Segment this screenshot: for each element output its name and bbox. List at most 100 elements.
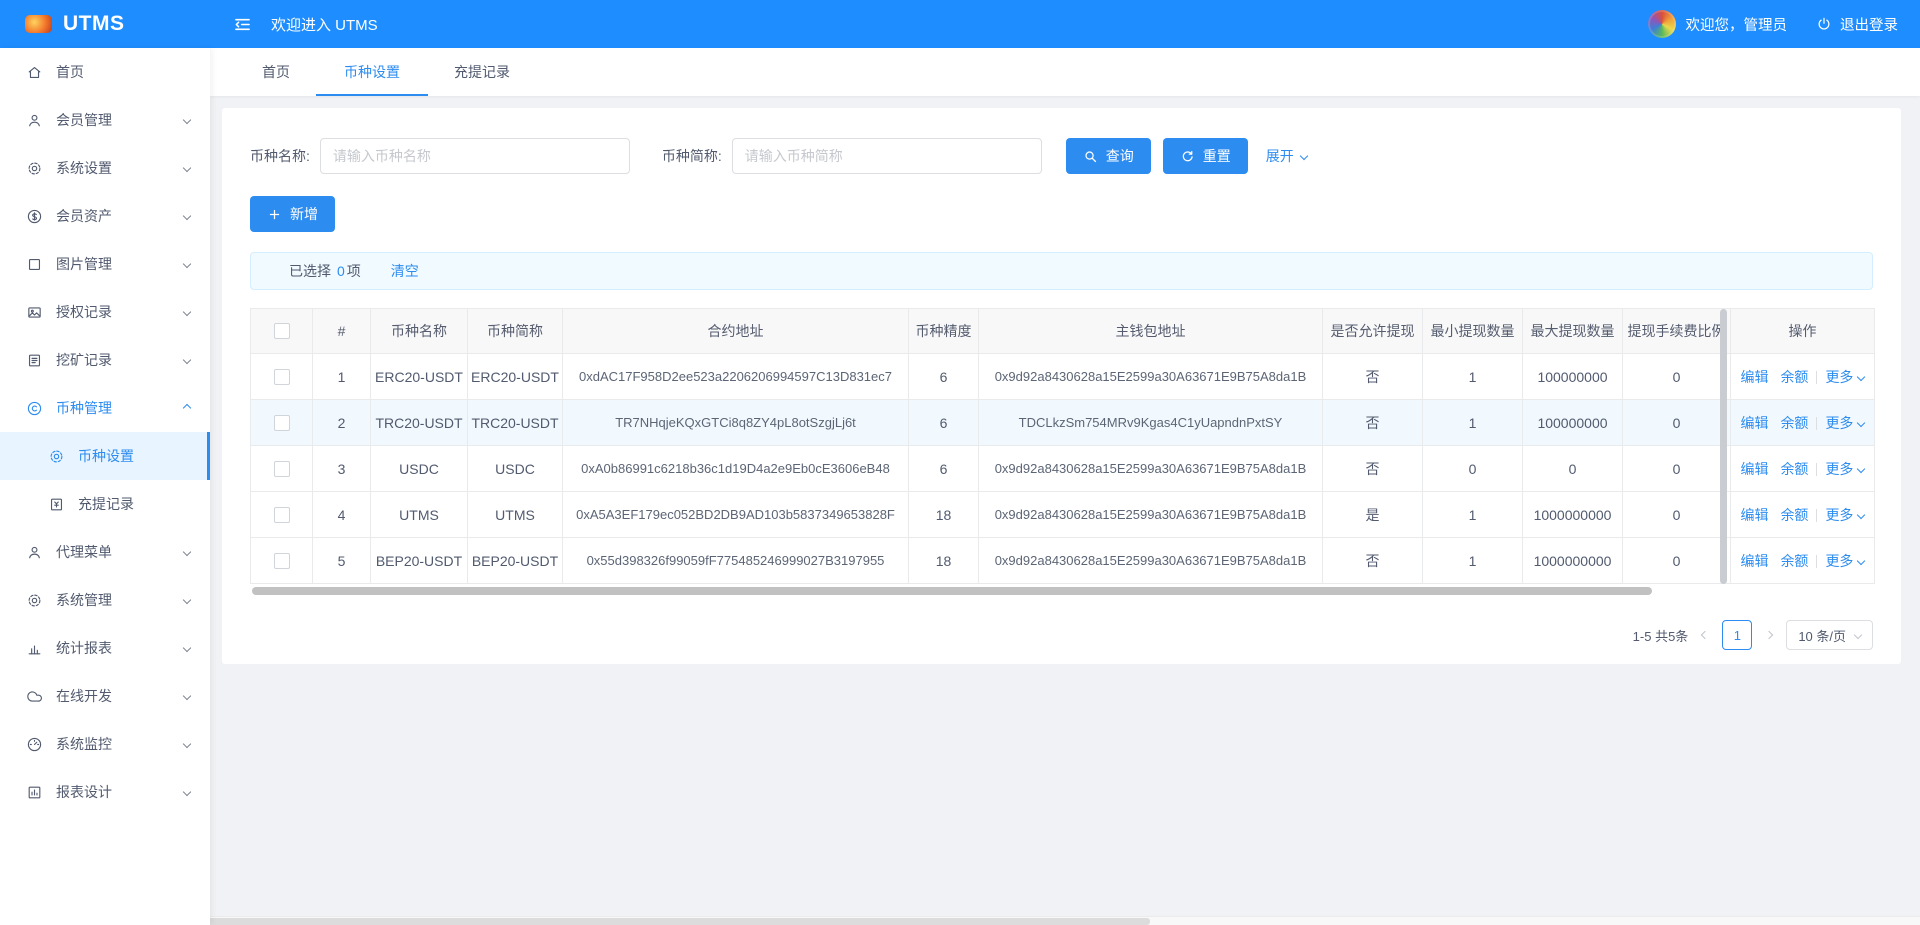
bar-chart-icon [26,640,43,657]
more-link[interactable]: 更多 [1825,367,1864,387]
sidebar-item-members[interactable]: 会员管理 [0,96,210,144]
tab-currency-settings[interactable]: 币种设置 [340,48,404,96]
sidebar-item-system-monitoring[interactable]: 系统监控 [0,720,210,768]
col-actions: 操作 [1731,309,1875,354]
sidebar-item-agent-menu[interactable]: 代理菜单 [0,528,210,576]
plus-icon [267,207,282,222]
chevron-down-icon [183,596,191,604]
expand-toggle[interactable]: 展开 [1266,146,1307,166]
chevron-left-icon [1701,631,1709,639]
sidebar-item-image-management[interactable]: 图片管理 [0,240,210,288]
clear-selection-link[interactable]: 清空 [391,261,419,281]
fixed-column-scrollbar[interactable] [1720,309,1727,584]
col-short: 币种简称 [468,309,563,354]
chevron-down-icon [1857,510,1865,518]
balance-link[interactable]: 余额 [1780,461,1808,477]
logout-button[interactable]: 退出登录 [1815,14,1898,35]
more-link[interactable]: 更多 [1825,505,1864,525]
col-name: 币种名称 [371,309,468,354]
chevron-down-icon [183,644,191,652]
pagination-total: 1-5 共5条 [1633,626,1689,645]
row-checkbox[interactable] [274,507,290,523]
select-all-checkbox[interactable] [274,323,290,339]
avatar[interactable] [1648,10,1676,38]
sidebar-item-system-management[interactable]: 系统管理 [0,576,210,624]
chevron-down-icon [183,788,191,796]
tab-deposit-withdraw-records[interactable]: 充提记录 [450,48,514,96]
currency-table: # 币种名称 币种简称 合约地址 币种精度 主钱包地址 是否允许提现 最小提现数… [250,308,1873,596]
edit-link[interactable]: 编辑 [1741,553,1769,569]
row-checkbox[interactable] [274,461,290,477]
row-checkbox[interactable] [274,369,290,385]
tab-home[interactable]: 首页 [258,48,294,96]
next-page-button[interactable] [1762,632,1776,638]
active-indicator [207,432,210,480]
sidebar-item-online-development[interactable]: 在线开发 [0,672,210,720]
sidebar-item-authorization-records[interactable]: 授权记录 [0,288,210,336]
chevron-down-icon [1857,418,1865,426]
edit-link[interactable]: 编辑 [1741,415,1769,431]
col-fee-ratio: 提现手续费比例 [1623,309,1731,354]
currency-name-input[interactable] [320,138,630,174]
col-min-withdraw: 最小提现数量 [1423,309,1523,354]
chevron-down-icon [183,308,191,316]
reset-button[interactable]: 重置 [1163,138,1248,174]
gauge-icon [26,736,43,753]
add-button[interactable]: 新增 [250,196,335,232]
sidebar: 首页 会员管理 系统设置 会员资产 图片管理 授权记录 [0,48,210,925]
gear-icon [26,592,43,609]
search-button[interactable]: 查询 [1066,138,1151,174]
edit-link[interactable]: 编辑 [1741,461,1769,477]
balance-link[interactable]: 余额 [1780,415,1808,431]
collapse-sidebar-button[interactable] [232,14,253,35]
row-checkbox[interactable] [274,415,290,431]
page-size-select[interactable]: 10 条/页 [1786,620,1873,650]
currency-name-label: 币种名称: [250,146,310,166]
balance-link[interactable]: 余额 [1780,369,1808,385]
logout-label: 退出登录 [1840,14,1898,35]
filter-row: 币种名称: 币种简称: 查询 重置 展开 [250,138,1873,174]
col-withdrawable: 是否允许提现 [1323,309,1423,354]
balance-link[interactable]: 余额 [1780,553,1808,569]
sidebar-item-mining-records[interactable]: 挖矿记录 [0,336,210,384]
edit-link[interactable]: 编辑 [1741,507,1769,523]
square-icon [26,256,43,273]
more-link[interactable]: 更多 [1825,551,1864,571]
edit-link[interactable]: 编辑 [1741,369,1769,385]
tab-bar: 首页 币种设置 充提记录 [210,48,1920,96]
brand-logo: UTMS [0,0,210,48]
more-link[interactable]: 更多 [1825,413,1864,433]
sidebar-item-home[interactable]: 首页 [0,48,210,96]
table-row: 1 ERC20-USDT ERC20-USDT 0xdAC17F958D2ee5… [251,354,1875,400]
sidebar-item-statistics-reports[interactable]: 统计报表 [0,624,210,672]
chevron-down-icon [1857,372,1865,380]
sidebar-item-currency-management[interactable]: 币种管理 [0,384,210,432]
row-checkbox[interactable] [274,553,290,569]
image-icon [26,304,43,321]
sidebar-subitem-deposit-withdraw-records[interactable]: 充提记录 [0,480,210,528]
prev-page-button[interactable] [1698,632,1712,638]
balance-link[interactable]: 余额 [1780,507,1808,523]
sidebar-item-member-assets[interactable]: 会员资产 [0,192,210,240]
currency-short-input[interactable] [732,138,1042,174]
table-row: 3 USDC USDC 0xA0b86991c6218b36c1d19D4a2e… [251,446,1875,492]
refresh-icon [1180,149,1195,164]
cloud-icon [26,688,43,705]
current-page-button[interactable]: 1 [1722,620,1752,650]
dollar-circle-icon [26,208,43,225]
user-greeting: 欢迎您，管理员 [1686,14,1788,35]
col-precision: 币种精度 [909,309,979,354]
sidebar-item-report-design[interactable]: 报表设计 [0,768,210,816]
chevron-down-icon [1854,631,1862,639]
record-icon [48,496,65,513]
sidebar-item-system-settings[interactable]: 系统设置 [0,144,210,192]
page-horizontal-scrollbar-track [0,916,1920,925]
chevron-down-icon [183,692,191,700]
table-horizontal-scrollbar[interactable] [252,587,1652,595]
document-icon [26,352,43,369]
chevron-down-icon [183,164,191,172]
chevron-right-icon [1765,631,1773,639]
more-link[interactable]: 更多 [1825,459,1864,479]
sidebar-subitem-currency-settings[interactable]: 币种设置 [0,432,210,480]
chevron-down-icon [183,356,191,364]
